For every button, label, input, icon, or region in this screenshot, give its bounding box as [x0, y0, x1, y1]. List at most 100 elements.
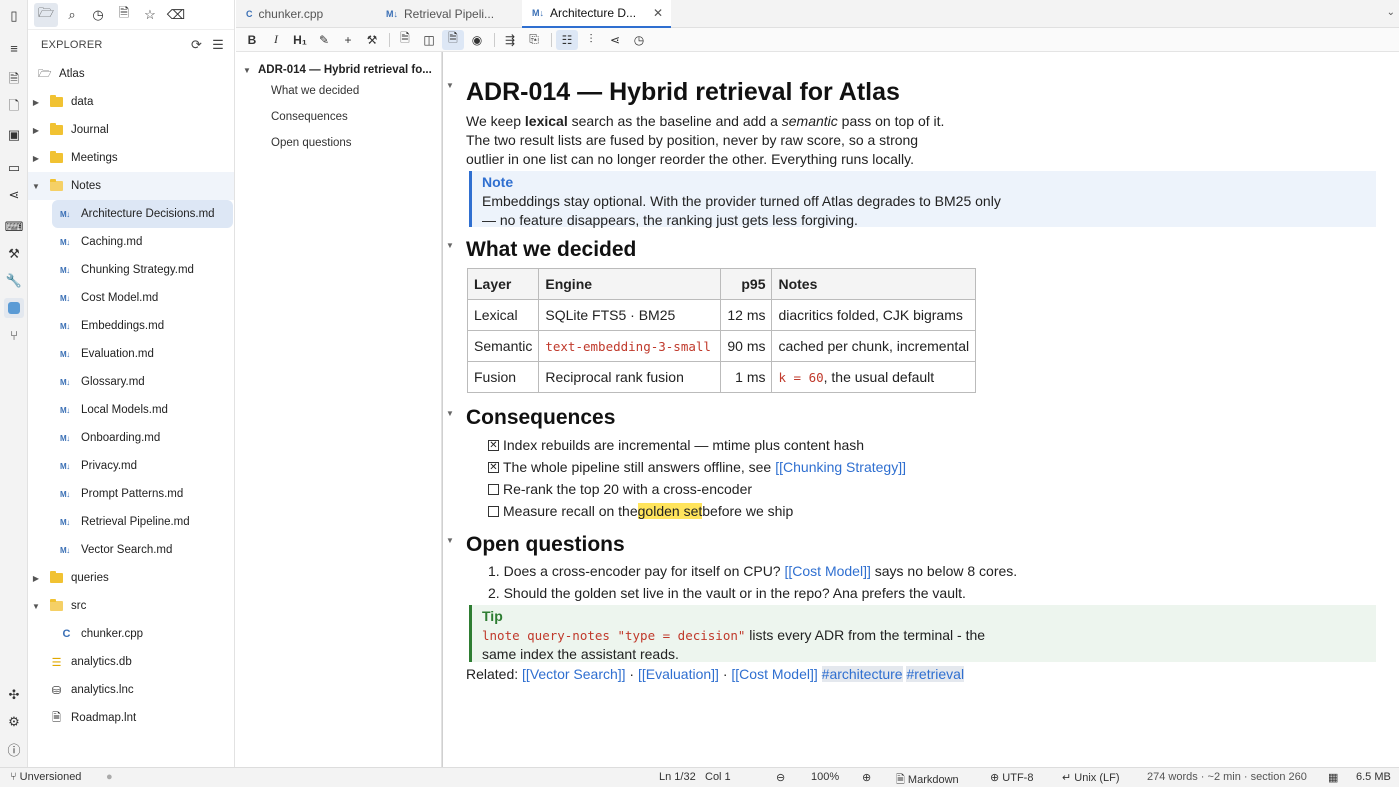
tree-item-glossary[interactable]: M↓ Glossary.md [28, 368, 234, 396]
split-view-icon[interactable]: ◫ [418, 30, 440, 50]
app-icon[interactable] [4, 298, 24, 318]
wiki-link[interactable]: [[Cost Model]] [784, 563, 870, 579]
zoom-out-icon[interactable]: ⊖ [776, 771, 785, 784]
chevron-down-icon[interactable]: ▼ [30, 182, 42, 191]
tree-item-src[interactable]: ▼ src [28, 592, 234, 620]
line-endings[interactable]: ↵ Unix (LF) [1062, 771, 1120, 784]
wand-icon[interactable]: ⚒ [4, 244, 24, 264]
tree-item-caching[interactable]: M↓ Caching.md [28, 228, 234, 256]
star-icon[interactable]: ☆ [138, 3, 162, 27]
tree-item-roadmap[interactable]: 🗎 Roadmap.lnt [28, 704, 234, 732]
plugin-icon[interactable]: ✣ [4, 685, 24, 705]
tree-item-queries[interactable]: ▶ queries [28, 564, 234, 592]
chevron-down-icon[interactable]: ▼ [30, 602, 42, 611]
preview-doc-icon[interactable]: 🗎 [442, 29, 464, 50]
file-icon[interactable]: 🗋 [4, 98, 24, 118]
eye-icon[interactable]: ◉ [466, 30, 488, 50]
fold-icon[interactable]: ▼ [446, 241, 454, 250]
settings-icon[interactable]: ⚙ [4, 712, 24, 732]
wrap-icon[interactable]: ⇶ [499, 30, 521, 50]
collapse-all-icon[interactable]: ☰ [212, 37, 224, 53]
heading-icon[interactable]: H₁ [289, 30, 311, 50]
checkbox-checked[interactable]: ✕ [488, 439, 499, 451]
checkbox-checked[interactable]: ✕ [488, 461, 499, 473]
folder-icon[interactable]: 🗁 [34, 2, 58, 27]
highlighter-icon[interactable]: ✎ [313, 30, 335, 50]
tree-item-notes[interactable]: ▼ Notes [28, 172, 234, 200]
fold-icon[interactable]: ▼ [446, 536, 454, 545]
chevron-right-icon[interactable]: ▶ [30, 126, 42, 135]
wiki-link[interactable]: [[Cost Model]] [731, 666, 817, 682]
tree-item-atlas[interactable]: 🗁 Atlas [28, 60, 234, 88]
wiki-link[interactable]: [[Chunking Strategy]] [775, 459, 906, 475]
cursor-col[interactable]: Col 1 [705, 771, 731, 783]
new-note-icon[interactable]: 🗎 [4, 71, 24, 91]
source-view-icon[interactable]: 🗎 [394, 30, 416, 50]
history-icon[interactable]: ◷ [86, 3, 110, 27]
tree-item-architecture-decisions[interactable]: M↓ Architecture Decisions.md [52, 200, 233, 228]
language-mode[interactable]: 🗎 Markdown [896, 771, 959, 787]
tree-item-analytics-lnc[interactable]: ⛁ analytics.lnc [28, 676, 234, 704]
chevron-right-icon[interactable]: ▶ [30, 154, 42, 163]
tab-chunker-cpp[interactable]: Cchunker.cpp [236, 0, 376, 28]
tree-item-chunking-strategy[interactable]: M↓ Chunking Strategy.md [28, 256, 234, 284]
outline-item-title[interactable]: ▼ ADR-014 — Hybrid retrieval fo... [236, 60, 442, 80]
tag-icon[interactable]: ⌫ [164, 3, 188, 27]
help-icon[interactable]: ⓘ [4, 739, 24, 759]
tag[interactable]: #architecture [821, 666, 903, 682]
zoom-in-icon[interactable]: ⊕ [862, 771, 871, 784]
history-icon[interactable]: ◷ [628, 30, 650, 50]
export-icon[interactable]: ⎘ [523, 30, 545, 50]
terminal-icon[interactable]: ⌨ [4, 217, 24, 237]
fold-icon[interactable]: ▼ [446, 409, 454, 418]
save-icon[interactable]: ▣ [4, 125, 24, 145]
graph-icon[interactable]: ⋖ [604, 30, 626, 50]
tree-item-analytics-db[interactable]: ☰ analytics.db [28, 648, 234, 676]
tree-item-embeddings[interactable]: M↓ Embeddings.md [28, 312, 234, 340]
bold-icon[interactable]: B [241, 30, 263, 50]
tree-item-onboarding[interactable]: M↓ Onboarding.md [28, 424, 234, 452]
tree-item-vector-search[interactable]: M↓ Vector Search.md [28, 536, 234, 564]
zoom-level[interactable]: 100% [811, 771, 839, 783]
wiki-link[interactable]: [[Vector Search]] [522, 666, 626, 682]
cursor-line[interactable]: Ln 1/32 [659, 771, 696, 783]
menu-icon[interactable]: ≡ [4, 38, 24, 58]
sidebar-toggle-icon[interactable]: ▯ [4, 6, 24, 26]
vcs-status[interactable]: ⑂ Unversioned [10, 771, 81, 783]
chevron-right-icon[interactable]: ▶ [30, 574, 42, 583]
tree-item-prompt-patterns[interactable]: M↓ Prompt Patterns.md [28, 480, 234, 508]
tree-item-cost-model[interactable]: M↓ Cost Model.md [28, 284, 234, 312]
tree-item-meetings[interactable]: ▶ Meetings [28, 144, 234, 172]
branch-icon[interactable]: ⑂ [4, 325, 24, 345]
insert-icon[interactable]: + [337, 30, 359, 50]
outline-item[interactable]: What we decided [271, 85, 359, 97]
chevron-down-icon[interactable]: ▼ [236, 66, 258, 75]
magic-icon[interactable]: ⚒ [361, 30, 383, 50]
chevron-right-icon[interactable]: ▶ [30, 98, 42, 107]
wrench-icon[interactable]: 🔧 [4, 271, 24, 291]
tree-item-evaluation[interactable]: M↓ Evaluation.md [28, 340, 234, 368]
checkbox-unchecked[interactable] [488, 505, 499, 517]
tree-item-journal[interactable]: ▶ Journal [28, 116, 234, 144]
italic-icon[interactable]: I [265, 30, 287, 50]
outline-item[interactable]: Consequences [271, 111, 348, 123]
sliders-icon[interactable]: ⫶ [580, 30, 602, 50]
wiki-link[interactable]: [[Evaluation]] [638, 666, 719, 682]
tree-item-data[interactable]: ▶ data [28, 88, 234, 116]
checkbox-unchecked[interactable] [488, 483, 499, 495]
tag[interactable]: #retrieval [906, 666, 965, 682]
refresh-icon[interactable]: ⟳ [191, 37, 202, 53]
share-icon[interactable]: ⋖ [4, 185, 24, 205]
window-icon[interactable]: ▭ [4, 158, 24, 178]
encoding[interactable]: ⊕ UTF-8 [990, 771, 1033, 784]
tree-item-retrieval-pipeline[interactable]: M↓ Retrieval Pipeline.md [28, 508, 234, 536]
tree-item-chunker-cpp[interactable]: Cchunker.cpp [28, 620, 234, 648]
tab-architecture-decisions[interactable]: M↓ Architecture D... ✕ [522, 0, 671, 28]
outline-icon[interactable]: ☷ [556, 29, 578, 50]
chevron-down-icon[interactable]: ⌄ [1387, 7, 1395, 18]
search-icon[interactable]: ⌕ [60, 3, 84, 27]
tree-item-local-models[interactable]: M↓ Local Models.md [28, 396, 234, 424]
notes-icon[interactable]: 🗎 [112, 3, 136, 27]
outline-item[interactable]: Open questions [271, 137, 352, 149]
close-icon[interactable]: ✕ [653, 6, 671, 20]
